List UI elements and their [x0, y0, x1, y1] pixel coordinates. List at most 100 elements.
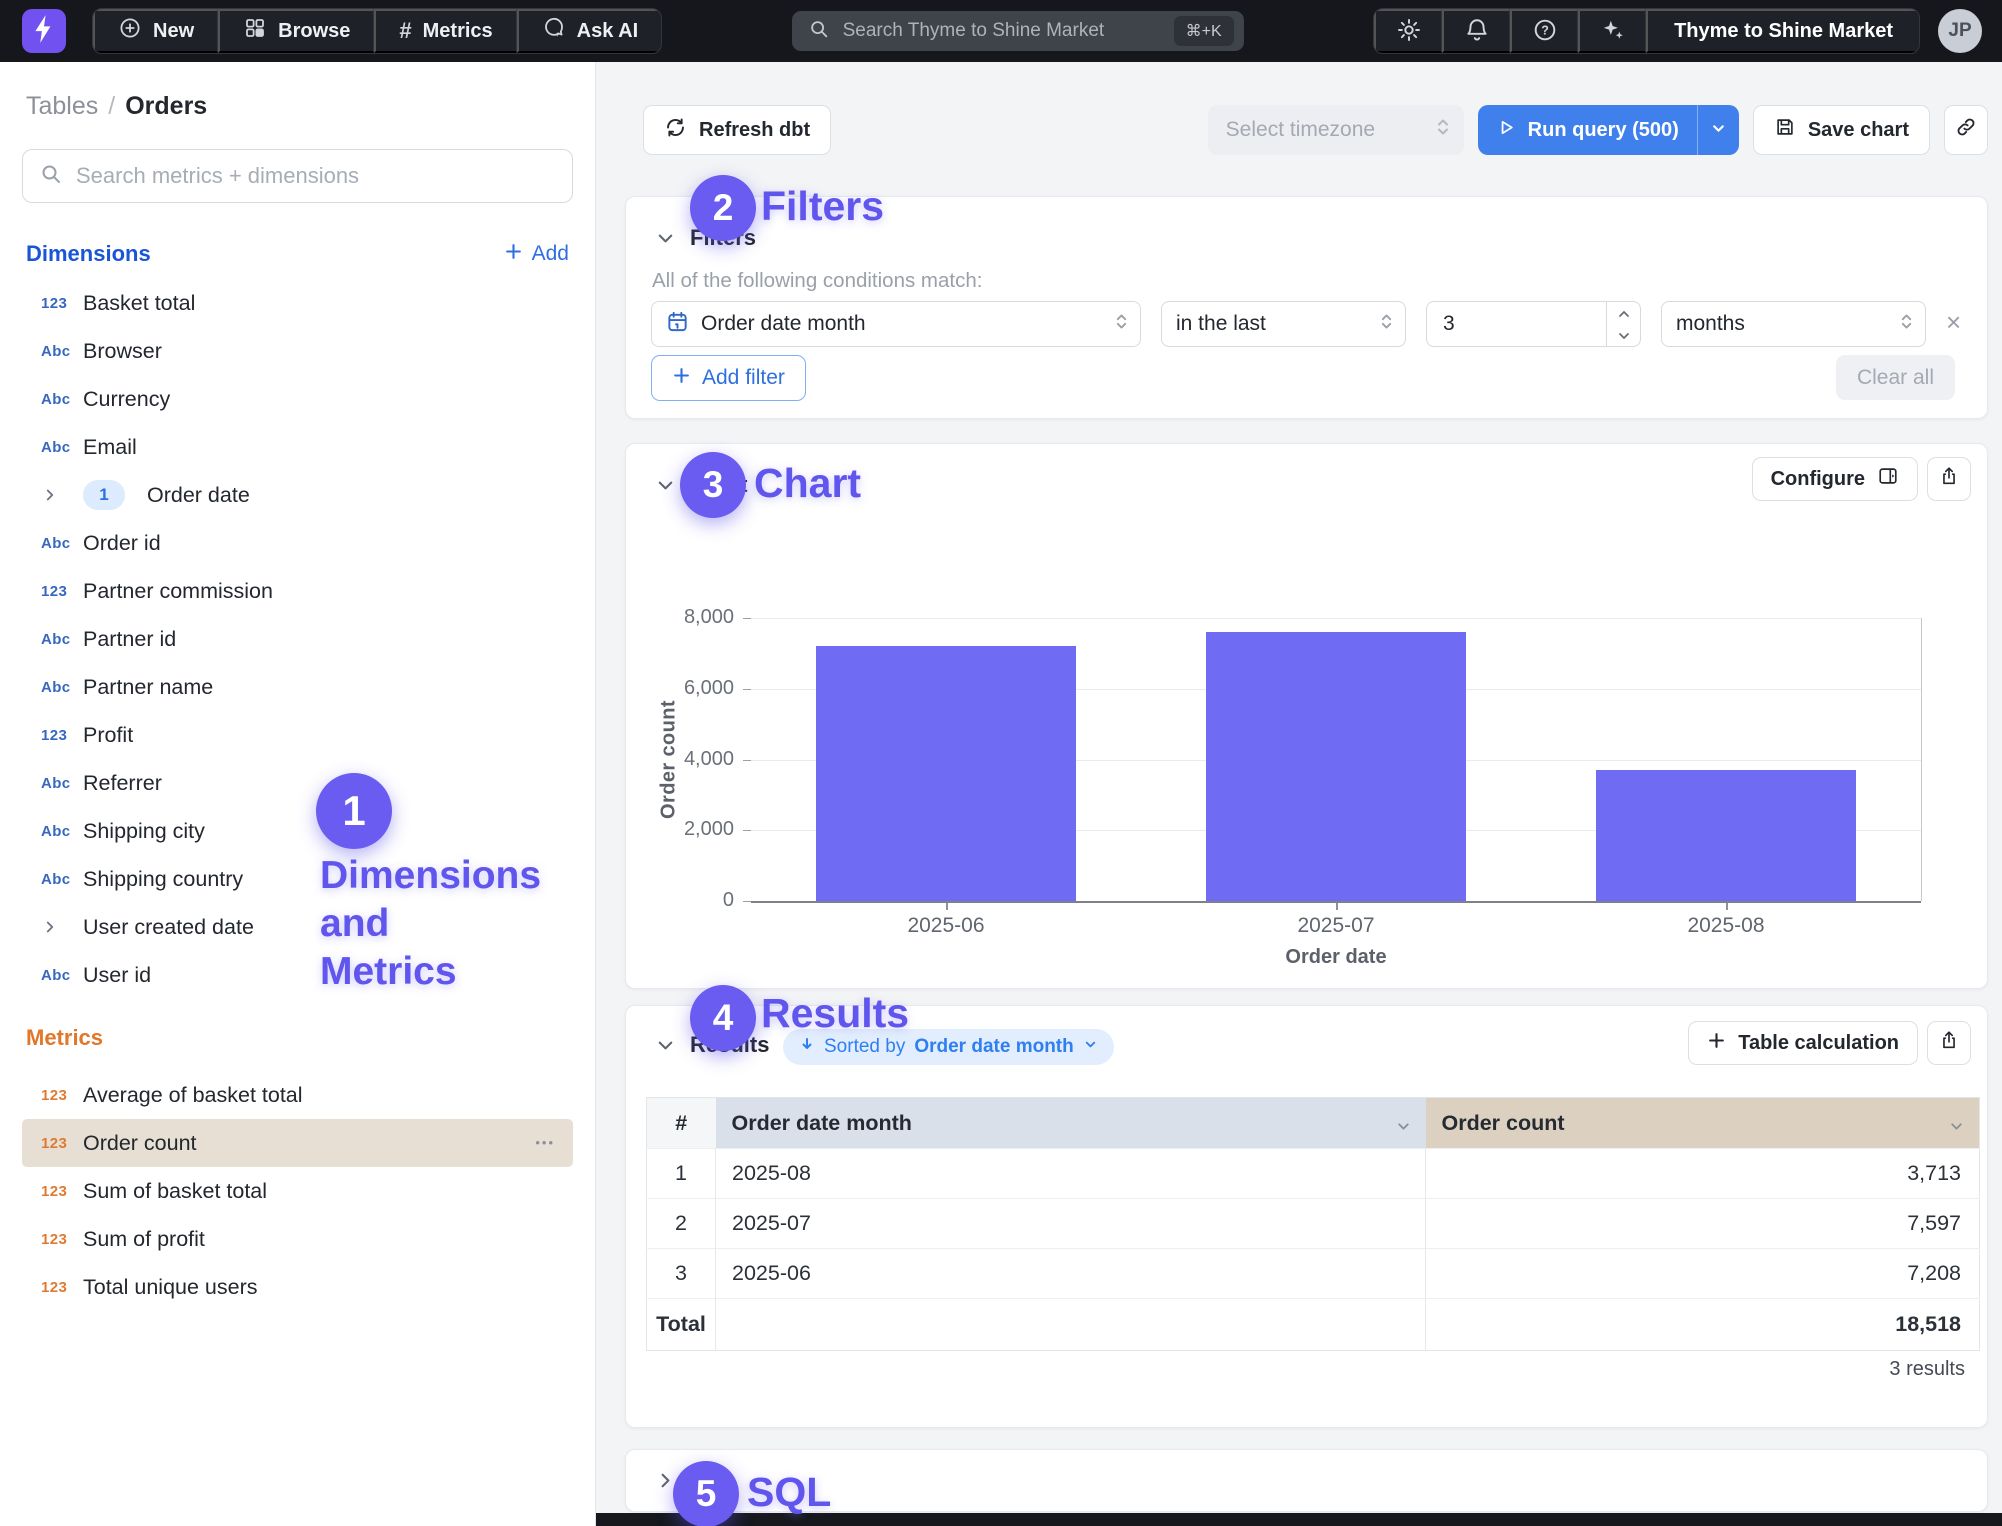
save-chart-button[interactable]: Save chart — [1753, 105, 1930, 155]
filter-value-input[interactable]: 3 — [1426, 301, 1641, 347]
row-number-cell: 2 — [647, 1199, 716, 1249]
text-field-icon: Abc — [41, 343, 83, 360]
text-field-icon: Abc — [41, 967, 83, 984]
total-label: Total — [647, 1299, 716, 1351]
dimension-item[interactable]: 123Partner commission — [22, 567, 573, 615]
dimension-item[interactable]: 1Order date — [22, 471, 573, 519]
sql-collapse-chevron[interactable] — [654, 1469, 677, 1495]
sorted-by-pill[interactable]: Sorted by Order date month — [783, 1029, 1114, 1065]
nav-browse-label: Browse — [278, 20, 350, 43]
app-logo[interactable] — [22, 9, 66, 53]
dimensions-section-header: Dimensions Add — [22, 241, 573, 267]
ai-assistant-button[interactable] — [1578, 9, 1646, 53]
filter-unit-select[interactable]: months — [1661, 301, 1926, 347]
nav-browse-button[interactable]: Browse — [218, 9, 374, 53]
y-tick-label: 2,000 — [630, 818, 734, 841]
table-calculation-button[interactable]: Table calculation — [1688, 1021, 1918, 1065]
metrics-list: 123Average of basket total123Order count… — [22, 1071, 573, 1311]
add-dimension-button[interactable]: Add — [504, 242, 569, 267]
global-search-placeholder: Search Thyme to Shine Market — [843, 20, 1161, 42]
nav-metrics-button[interactable]: # Metrics — [374, 9, 516, 53]
chevron-down-icon — [654, 1045, 677, 1060]
clear-all-filters-button[interactable]: Clear all — [1836, 355, 1955, 400]
add-filter-button[interactable]: Add filter — [651, 355, 806, 401]
column-header-order-date-month[interactable]: Order date month — [716, 1098, 1426, 1149]
chevron-right-icon[interactable] — [41, 918, 83, 936]
bar-2025-06[interactable] — [816, 646, 1076, 901]
dimension-item[interactable]: AbcEmail — [22, 423, 573, 471]
dimension-item[interactable]: AbcCurrency — [22, 375, 573, 423]
global-search-input[interactable]: Search Thyme to Shine Market ⌘+K — [792, 11, 1244, 51]
help-button[interactable]: ? — [1510, 9, 1578, 53]
metric-label: Sum of basket total — [83, 1179, 267, 1204]
dimension-item[interactable]: AbcShipping city — [22, 807, 573, 855]
results-collapse-chevron[interactable] — [654, 1034, 677, 1060]
dimension-item[interactable]: 123Basket total — [22, 279, 573, 327]
dimension-item[interactable]: AbcUser id — [22, 951, 573, 999]
run-query-button[interactable]: Run query (500) — [1478, 105, 1697, 155]
dimension-item[interactable]: AbcShipping country — [22, 855, 573, 903]
dimension-label: Currency — [83, 387, 170, 412]
sql-card: SQL — [625, 1449, 1988, 1512]
main-nav: New Browse # Metrics Ask AI — [92, 8, 662, 54]
user-avatar[interactable]: JP — [1938, 9, 1982, 53]
spinner-down-button[interactable] — [1607, 324, 1640, 346]
fields-search-input[interactable]: Search metrics + dimensions — [22, 149, 573, 203]
run-query-options-button[interactable] — [1697, 105, 1739, 155]
number-field-icon: 123 — [41, 1279, 83, 1296]
text-field-icon: Abc — [41, 679, 83, 696]
metric-item[interactable]: 123Sum of basket total — [22, 1167, 573, 1215]
metric-item[interactable]: 123Average of basket total — [22, 1071, 573, 1119]
dimension-item[interactable]: AbcPartner id — [22, 615, 573, 663]
plus-circle-icon — [118, 16, 142, 46]
number-field-icon: 123 — [41, 583, 83, 600]
metric-label: Average of basket total — [83, 1083, 303, 1108]
spinner-up-button[interactable] — [1607, 302, 1640, 324]
share-link-button[interactable] — [1944, 105, 1988, 155]
dimension-item[interactable]: AbcReferrer — [22, 759, 573, 807]
dimension-item[interactable]: User created date — [22, 903, 573, 951]
project-switcher[interactable]: Thyme to Shine Market — [1646, 9, 1919, 53]
chart-plot[interactable]: Order count Order date 8,0006,0004,0002,… — [626, 444, 1987, 988]
number-field-icon: 123 — [41, 1183, 83, 1200]
settings-button[interactable] — [1374, 9, 1442, 53]
breadcrumb-separator: / — [108, 92, 115, 120]
dimension-item[interactable]: 123Profit — [22, 711, 573, 759]
notifications-button[interactable] — [1442, 9, 1510, 53]
dimension-item[interactable]: AbcPartner name — [22, 663, 573, 711]
chevron-down-icon[interactable] — [1395, 1116, 1412, 1141]
metric-item[interactable]: 123Total unique users — [22, 1263, 573, 1311]
filter-field-select[interactable]: Order date month — [651, 301, 1141, 347]
chevron-down-icon — [1618, 328, 1630, 343]
metric-item[interactable]: 123Sum of profit — [22, 1215, 573, 1263]
dimensions-header-label: Dimensions — [26, 241, 151, 267]
dimension-item[interactable]: AbcOrder id — [22, 519, 573, 567]
save-chart-label: Save chart — [1808, 119, 1909, 142]
timezone-select[interactable]: Select timezone — [1208, 105, 1464, 155]
more-options-icon[interactable]: ••• — [535, 1138, 555, 1148]
table-row[interactable]: 32025-067,208 — [647, 1249, 1980, 1299]
nav-ask-ai-button[interactable]: Ask AI — [517, 9, 662, 53]
table-row[interactable]: 22025-077,597 — [647, 1199, 1980, 1249]
dimension-label: Email — [83, 435, 137, 460]
dimension-item[interactable]: AbcBrowser — [22, 327, 573, 375]
table-row[interactable]: 12025-083,713 — [647, 1149, 1980, 1199]
column-header-order-count[interactable]: Order count — [1426, 1098, 1980, 1149]
refresh-dbt-button[interactable]: Refresh dbt — [643, 105, 831, 155]
chevron-down-icon[interactable] — [1948, 1116, 1965, 1141]
chevron-right-icon[interactable] — [41, 486, 83, 504]
run-query-split-button: Run query (500) — [1478, 105, 1739, 155]
filter-operator-select[interactable]: in the last — [1161, 301, 1406, 347]
bar-2025-07[interactable] — [1206, 632, 1466, 901]
filters-collapse-chevron[interactable] — [654, 227, 677, 253]
plus-icon — [504, 242, 523, 267]
nav-new-button[interactable]: New — [93, 9, 218, 53]
metric-item[interactable]: 123Order count••• — [22, 1119, 573, 1167]
remove-filter-button[interactable]: × — [1946, 307, 1961, 338]
bar-2025-08[interactable] — [1596, 770, 1856, 901]
export-results-button[interactable] — [1927, 1021, 1971, 1065]
table-calculation-label: Table calculation — [1738, 1032, 1899, 1055]
text-field-icon: Abc — [41, 775, 83, 792]
breadcrumb-tables-link[interactable]: Tables — [26, 92, 98, 120]
top-navbar: New Browse # Metrics Ask AI Search Thyme… — [0, 0, 2002, 62]
